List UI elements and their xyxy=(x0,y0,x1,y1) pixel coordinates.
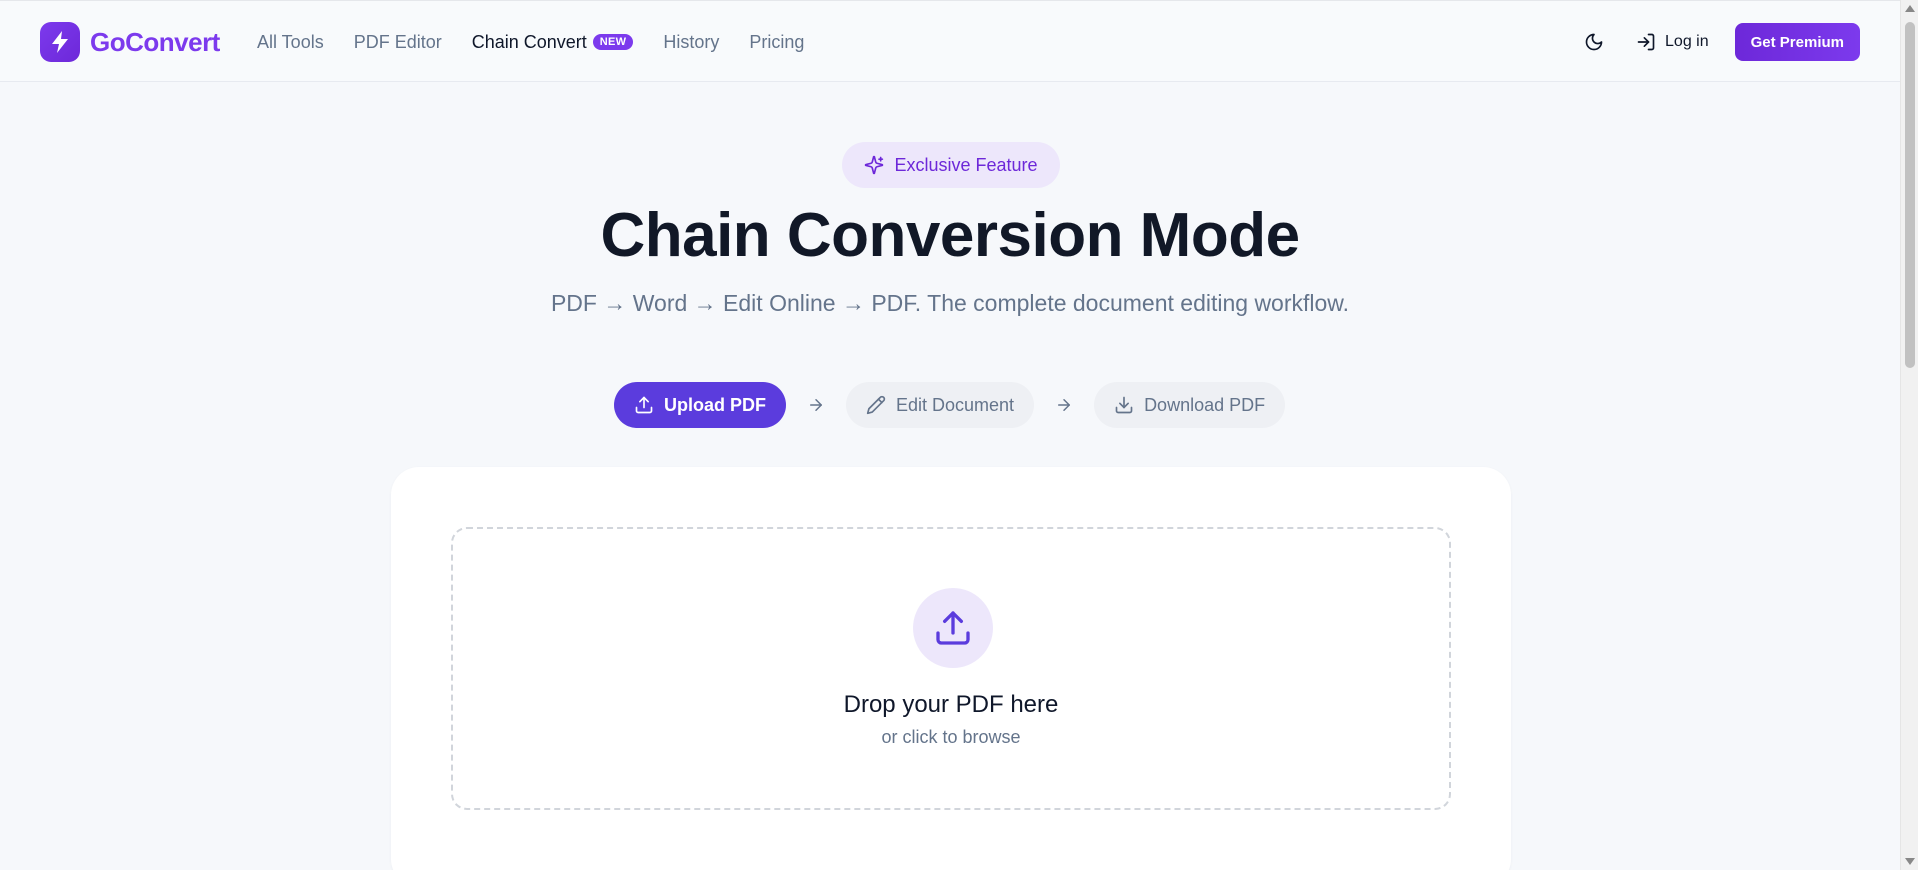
get-premium-button[interactable]: Get Premium xyxy=(1734,23,1860,61)
pdf-dropzone[interactable]: Drop your PDF here or click to browse xyxy=(451,527,1451,810)
scroll-down-arrow[interactable] xyxy=(1905,858,1915,865)
login-button[interactable]: Log in xyxy=(1636,32,1709,52)
brand-name: GoConvert xyxy=(90,26,220,57)
nav-item-label: Chain Convert xyxy=(471,31,587,52)
new-badge: NEW xyxy=(592,34,634,50)
nav-item-all-tools[interactable]: All Tools xyxy=(257,32,324,53)
dropzone-subtitle: or click to browse xyxy=(881,727,1021,747)
download-icon xyxy=(1115,396,1133,414)
exclusive-feature-label: Exclusive Feature xyxy=(894,154,1038,175)
step-label: Edit Document xyxy=(896,394,1015,415)
top-navigation-bar: GoConvert All Tools PDF Editor Chain Con… xyxy=(0,0,1900,82)
nav-item-chain-convert[interactable]: Chain Convert NEW xyxy=(472,32,634,53)
theme-toggle-button[interactable] xyxy=(1574,22,1614,62)
lightning-icon xyxy=(40,22,80,62)
upload-card: Drop your PDF here or click to browse xyxy=(391,467,1511,870)
nav-item-history[interactable]: History xyxy=(663,32,719,53)
page-title: Chain Conversion Mode xyxy=(600,201,1300,270)
nav-item-pdf-editor[interactable]: PDF Editor xyxy=(354,32,442,53)
moon-icon xyxy=(1585,33,1603,51)
scroll-up-arrow[interactable] xyxy=(1905,5,1915,12)
step-edit-document[interactable]: Edit Document xyxy=(846,382,1035,428)
login-icon xyxy=(1637,33,1655,51)
nav-item-pricing[interactable]: Pricing xyxy=(749,32,804,53)
step-download-pdf[interactable]: Download PDF xyxy=(1094,382,1286,428)
brand-logo[interactable]: GoConvert xyxy=(40,22,220,62)
login-label: Log in xyxy=(1665,33,1709,50)
step-upload-pdf[interactable]: Upload PDF xyxy=(614,382,786,428)
exclusive-feature-badge: Exclusive Feature xyxy=(842,142,1060,188)
workflow-steps: Upload PDF Edit Document Download PDF xyxy=(614,382,1286,428)
page-subtitle: PDF → Word → Edit Online → PDF. The comp… xyxy=(550,290,1350,316)
page-scrollbar[interactable] xyxy=(1900,0,1918,870)
pencil-icon xyxy=(866,395,886,415)
step-label: Download PDF xyxy=(1144,394,1266,415)
dropzone-title: Drop your PDF here xyxy=(843,691,1059,718)
arrow-right-icon xyxy=(1034,396,1094,414)
scroll-thumb[interactable] xyxy=(1905,22,1915,368)
main-nav: All Tools PDF Editor Chain Convert NEW H… xyxy=(257,1,834,83)
step-label: Upload PDF xyxy=(664,394,766,415)
upload-icon xyxy=(913,588,993,668)
sparkles-icon xyxy=(865,155,884,175)
upload-icon xyxy=(635,396,653,414)
header-actions: Log in Get Premium xyxy=(1574,22,1860,62)
arrow-right-icon xyxy=(786,396,846,414)
